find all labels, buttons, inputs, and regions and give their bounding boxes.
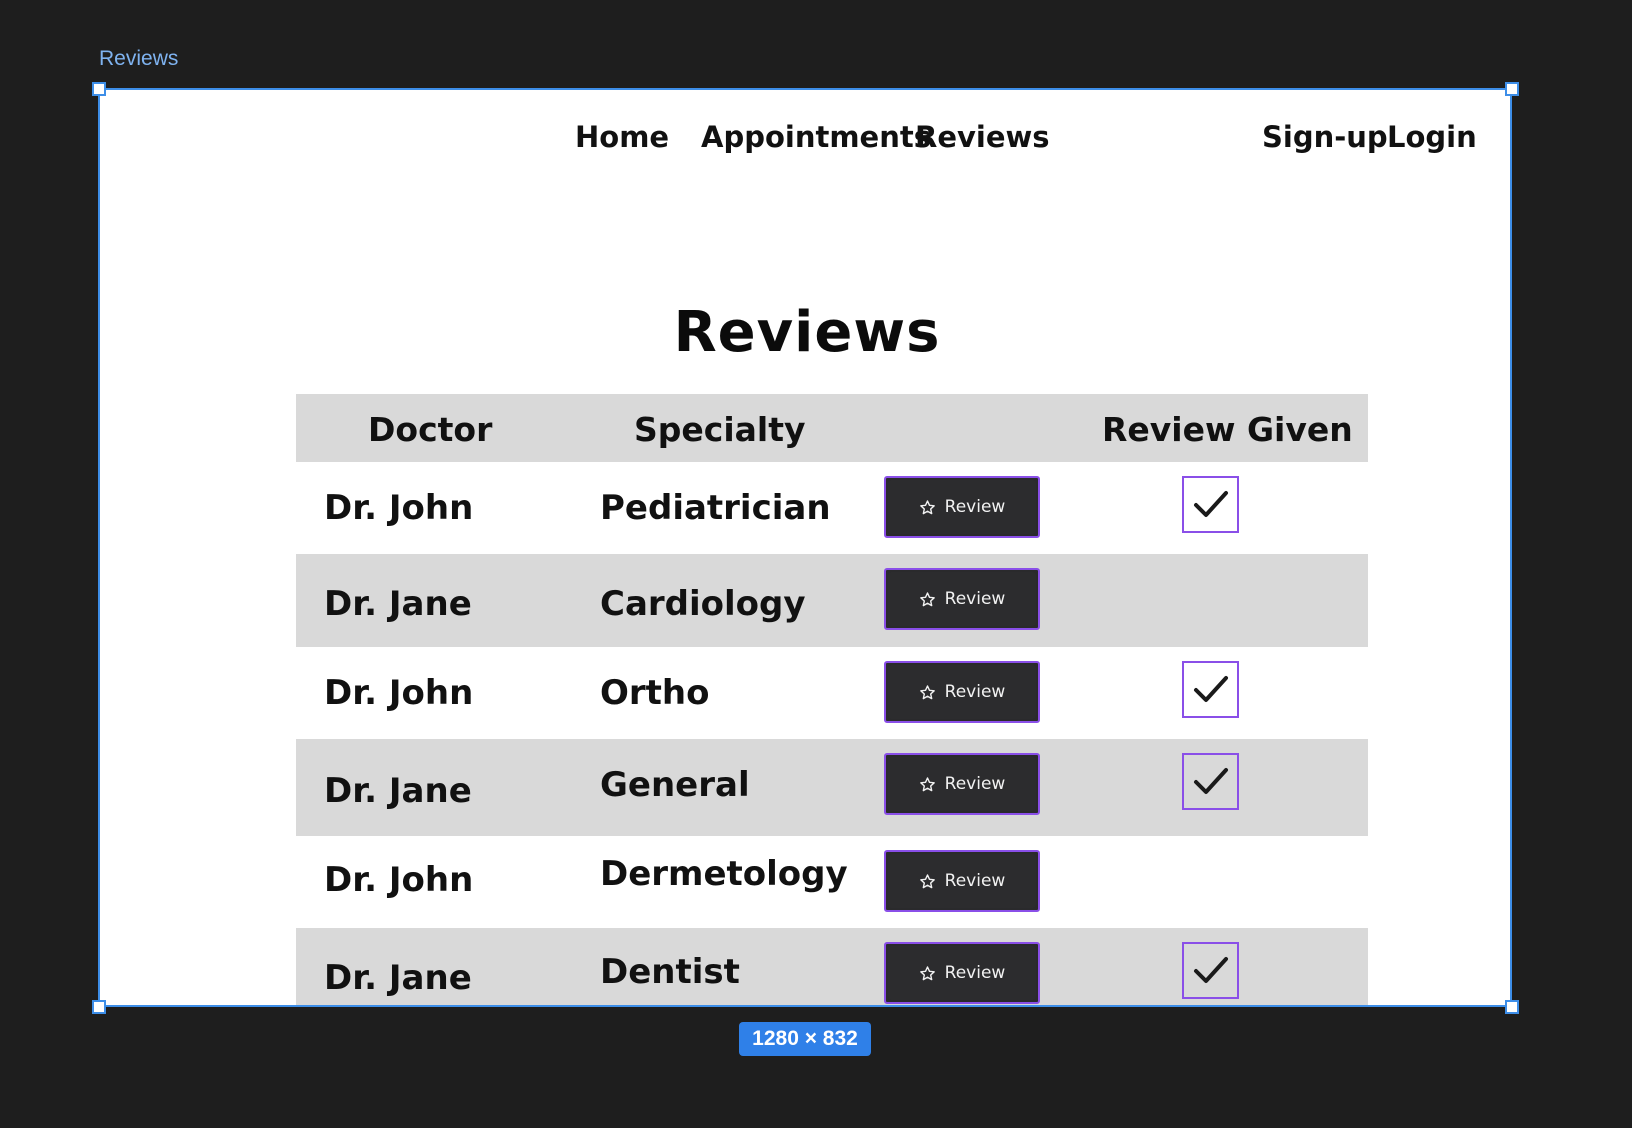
star-icon xyxy=(919,499,935,514)
checkmark-icon xyxy=(1193,956,1228,983)
review-button-label: Review xyxy=(944,963,1006,983)
header-specialty: Specialty xyxy=(634,410,806,449)
review-button-body[interactable]: Review xyxy=(888,572,1036,626)
review-given-checkbox[interactable] xyxy=(1182,476,1239,533)
review-button[interactable]: Review xyxy=(884,850,1040,912)
header-doctor: Doctor xyxy=(368,410,493,449)
page-title: Reviews xyxy=(673,300,941,365)
review-button-body[interactable]: Review xyxy=(888,665,1036,719)
doctor-name: Dr. John xyxy=(324,860,474,900)
reviews-table: Doctor Specialty Review Given Dr. John Pe… xyxy=(296,394,1368,1005)
review-button-label: Review xyxy=(944,774,1006,794)
review-button[interactable]: Review xyxy=(884,942,1040,1004)
review-button-label: Review xyxy=(944,589,1006,609)
review-button[interactable]: Review xyxy=(884,661,1040,723)
specialty-name: Cardiology xyxy=(600,584,806,624)
specialty-name: Dentist xyxy=(600,952,740,992)
frame-size-badge: 1280 × 832 xyxy=(739,1022,871,1056)
resize-handle-bottom-left[interactable] xyxy=(92,1000,106,1014)
nav-signup-link[interactable]: Sign-up xyxy=(1262,120,1388,154)
table-body: Dr. John Pediatrician Review Dr. Jane Cardio… xyxy=(296,462,1368,1005)
review-button[interactable]: Review xyxy=(884,476,1040,538)
star-icon xyxy=(919,591,935,606)
review-given-checkbox[interactable] xyxy=(1182,942,1239,999)
review-button[interactable]: Review xyxy=(884,568,1040,630)
nav-appointments-link[interactable]: Appointments xyxy=(701,120,931,154)
nav-home-link[interactable]: Home xyxy=(575,120,669,154)
table-row: Dr. Jane Dentist Review xyxy=(296,928,1368,1005)
star-icon xyxy=(919,684,935,699)
review-button-label: Review xyxy=(944,497,1006,517)
specialty-name: Dermetology xyxy=(600,854,848,894)
checkmark-icon xyxy=(1193,767,1228,794)
star-icon xyxy=(919,873,935,888)
review-button-body[interactable]: Review xyxy=(888,757,1036,811)
artboard-frame[interactable]: Home Appointments Reviews Sign-up Login … xyxy=(98,88,1512,1007)
review-button-body[interactable]: Review xyxy=(888,480,1036,534)
checkmark-icon xyxy=(1193,675,1228,702)
table-row: Dr. Jane General Review xyxy=(296,739,1368,836)
resize-handle-bottom-right[interactable] xyxy=(1505,1000,1519,1014)
review-button-label: Review xyxy=(944,871,1006,891)
doctor-name: Dr. John xyxy=(324,488,474,528)
header-review-given: Review Given xyxy=(1102,410,1353,449)
checkmark-icon xyxy=(1193,490,1228,517)
doctor-name: Dr. John xyxy=(324,673,474,713)
review-given-checkbox[interactable] xyxy=(1182,661,1239,718)
resize-handle-top-left[interactable] xyxy=(92,82,106,96)
table-row: Dr. Jane Cardiology Review xyxy=(296,554,1368,647)
specialty-name: General xyxy=(600,765,750,805)
doctor-name: Dr. Jane xyxy=(324,958,472,998)
resize-handle-top-right[interactable] xyxy=(1505,82,1519,96)
review-button-body[interactable]: Review xyxy=(888,946,1036,1000)
specialty-name: Ortho xyxy=(600,673,710,713)
table-row: Dr. John Pediatrician Review xyxy=(296,462,1368,554)
review-button[interactable]: Review xyxy=(884,753,1040,815)
frame-label[interactable]: Reviews xyxy=(99,47,178,71)
table-header: Doctor Specialty Review Given xyxy=(296,394,1368,462)
specialty-name: Pediatrician xyxy=(600,488,831,528)
nav-reviews-link[interactable]: Reviews xyxy=(915,120,1050,154)
table-row: Dr. John Ortho Review xyxy=(296,647,1368,739)
review-button-label: Review xyxy=(944,682,1006,702)
doctor-name: Dr. Jane xyxy=(324,771,472,811)
table-row: Dr. John Dermetology Review xyxy=(296,836,1368,928)
nav-login-link[interactable]: Login xyxy=(1387,120,1477,154)
review-given-checkbox[interactable] xyxy=(1182,753,1239,810)
star-icon xyxy=(919,776,935,791)
review-button-body[interactable]: Review xyxy=(888,854,1036,908)
doctor-name: Dr. Jane xyxy=(324,584,472,624)
star-icon xyxy=(919,965,935,980)
